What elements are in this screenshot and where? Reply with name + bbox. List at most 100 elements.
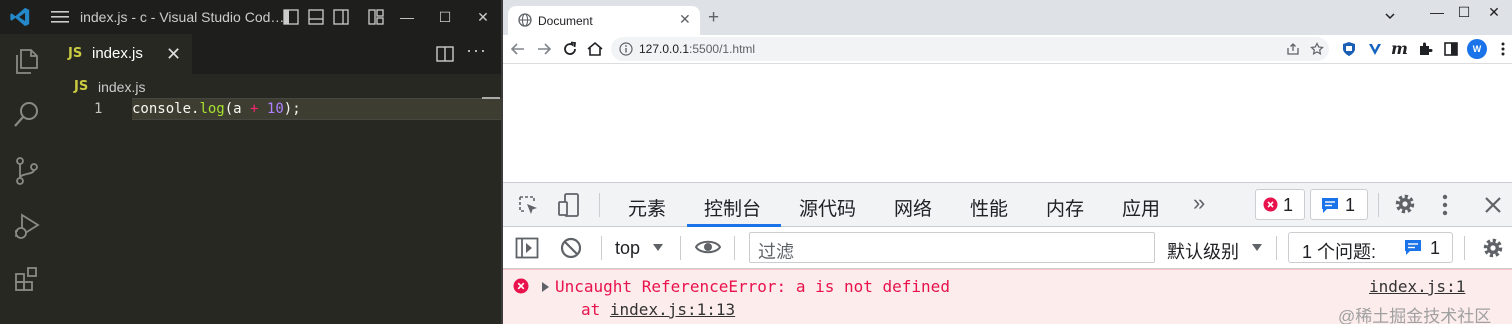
tab-memory[interactable]: 内存	[1046, 194, 1084, 221]
source-link[interactable]: index.js:1	[1369, 277, 1465, 296]
tab-network[interactable]: 网络	[894, 194, 932, 221]
toggle-secondary-sidebar-icon[interactable]	[333, 9, 349, 25]
error-icon	[1263, 197, 1278, 212]
globe-icon	[518, 13, 532, 27]
inspect-element-icon[interactable]	[517, 194, 539, 216]
forward-icon[interactable]	[535, 40, 553, 58]
customize-layout-icon[interactable]	[368, 9, 384, 25]
show-sidebar-icon[interactable]	[515, 237, 539, 259]
browser-minimize-button[interactable]: —	[1426, 4, 1448, 20]
token-object: console	[132, 101, 192, 117]
side-panel-icon[interactable]	[1443, 41, 1459, 57]
browser-close-button[interactable]: ✕	[1483, 4, 1505, 21]
console-error-message[interactable]: Uncaught ReferenceError: a is not define…	[503, 269, 1512, 324]
browser-maximize-button[interactable]: ☐	[1453, 4, 1475, 21]
tab-elements[interactable]: 元素	[628, 194, 666, 221]
js-file-icon: JS	[68, 46, 83, 61]
live-expression-eye-icon[interactable]	[695, 238, 721, 256]
console-toolbar: top 过滤 默认级别 1 个问题: 1	[503, 227, 1512, 269]
issues-label: 1 个问题:	[1302, 242, 1377, 262]
split-editor-icon[interactable]	[436, 45, 454, 63]
address-bar[interactable]: 127.0.0.1:5500/1.html	[611, 37, 1329, 61]
tab-performance[interactable]: 性能	[970, 194, 1008, 221]
errors-counter-button[interactable]: 1	[1255, 189, 1305, 220]
explorer-icon[interactable]	[12, 46, 42, 76]
back-icon[interactable]	[509, 40, 527, 58]
issues-button[interactable]: 1 个问题: 1	[1288, 232, 1453, 263]
new-tab-button[interactable]: +	[708, 7, 719, 29]
m-extension-icon[interactable]: m	[1391, 39, 1408, 58]
activity-bar	[0, 34, 52, 324]
browser-tab-document[interactable]: Document ✕	[508, 6, 700, 35]
extensions-icon[interactable]	[12, 264, 42, 294]
vscode-minimize-button[interactable]: —	[398, 8, 416, 26]
tab-application[interactable]: 应用	[1122, 194, 1160, 221]
window-title: index.js - c - Visual Studio Cod…	[80, 9, 285, 25]
code-line[interactable]: console.log(a + 10);	[132, 101, 301, 117]
shield-extension-icon[interactable]	[1341, 41, 1357, 57]
vscode-close-button[interactable]: ✕	[474, 8, 492, 26]
extensions-puzzle-icon[interactable]	[1417, 41, 1433, 57]
site-info-icon[interactable]	[619, 42, 633, 56]
context-dropdown-icon[interactable]	[652, 242, 664, 252]
more-tabs-button[interactable]: »	[1193, 190, 1205, 216]
breadcrumb-file[interactable]: index.js	[98, 79, 145, 95]
tab-label: index.js	[92, 45, 143, 62]
context-selector[interactable]: top	[615, 238, 640, 259]
toggle-panel-icon[interactable]	[308, 9, 324, 25]
tab-index-js[interactable]: JS index.js ✕	[52, 34, 192, 74]
profile-avatar[interactable]: W	[1467, 39, 1487, 59]
search-icon[interactable]	[12, 99, 42, 129]
watermark: @稀土掘金技术社区	[1338, 307, 1492, 324]
expand-caret-icon[interactable]	[542, 282, 549, 292]
line-number: 1	[94, 101, 103, 117]
more-actions-icon[interactable]: ···	[466, 40, 487, 61]
tab-close-button[interactable]: ✕	[166, 44, 181, 65]
hamburger-menu-icon[interactable]	[50, 9, 70, 25]
console-filter-input[interactable]: 过滤	[749, 232, 1155, 263]
home-icon[interactable]	[586, 40, 604, 58]
browser-tab-strip: Document ✕ + — ☐ ✕	[503, 0, 1512, 35]
close-devtools-icon[interactable]	[1483, 195, 1503, 215]
url-path: :5500/1.html	[689, 42, 756, 56]
vscode-window: index.js - c - Visual Studio Cod… — ☐ ✕	[0, 0, 501, 324]
source-control-icon[interactable]	[12, 156, 42, 186]
toggle-primary-sidebar-icon[interactable]	[283, 9, 299, 25]
reload-icon[interactable]	[561, 40, 579, 58]
console-settings-gear-icon[interactable]	[1481, 236, 1505, 260]
vscode-logo-icon	[10, 7, 30, 27]
levels-dropdown-icon[interactable]	[1251, 242, 1263, 252]
device-toolbar-icon[interactable]	[557, 192, 581, 218]
v-extension-icon[interactable]	[1367, 41, 1383, 57]
share-icon[interactable]	[1286, 42, 1300, 56]
page-viewport[interactable]	[503, 64, 1512, 182]
stack-at: at	[581, 300, 610, 319]
filter-placeholder: 过滤	[758, 242, 794, 262]
url-text[interactable]: 127.0.0.1:5500/1.html	[639, 42, 755, 56]
code-editor[interactable]: 1 console.log(a + 10);	[52, 98, 501, 324]
vscode-maximize-button[interactable]: ☐	[436, 8, 454, 26]
token-close: );	[283, 101, 301, 117]
tab-close-button[interactable]: ✕	[679, 11, 691, 28]
devtools-panel: 元素 控制台 源代码 网络 性能 内存 应用 » 1 1 top 过滤 默认级别…	[503, 182, 1512, 324]
settings-gear-icon[interactable]	[1393, 192, 1417, 216]
js-file-icon: JS	[74, 79, 89, 94]
browser-menu-icon[interactable]	[1495, 41, 1511, 57]
bookmark-star-icon[interactable]	[1310, 42, 1324, 56]
tab-console[interactable]: 控制台	[704, 194, 761, 221]
stack-trace-line: at index.js:1:13	[581, 300, 735, 319]
customize-devtools-icon[interactable]	[1441, 193, 1449, 217]
tab-search-chevron-icon[interactable]	[1383, 9, 1397, 23]
separator	[599, 193, 600, 217]
error-count: 1	[1283, 195, 1294, 215]
issue-message-icon	[1322, 198, 1338, 213]
issues-counter-button[interactable]: 1	[1310, 189, 1368, 220]
error-text: Uncaught ReferenceError: a is not define…	[555, 277, 950, 296]
run-debug-icon[interactable]	[12, 211, 42, 241]
token-function: log	[199, 101, 225, 117]
log-levels-dropdown[interactable]: 默认级别	[1167, 238, 1239, 264]
clear-console-icon[interactable]	[560, 237, 582, 259]
tab-sources[interactable]: 源代码	[799, 194, 856, 221]
tab-title: Document	[538, 14, 593, 28]
stack-source-link[interactable]: index.js:1:13	[610, 300, 735, 319]
